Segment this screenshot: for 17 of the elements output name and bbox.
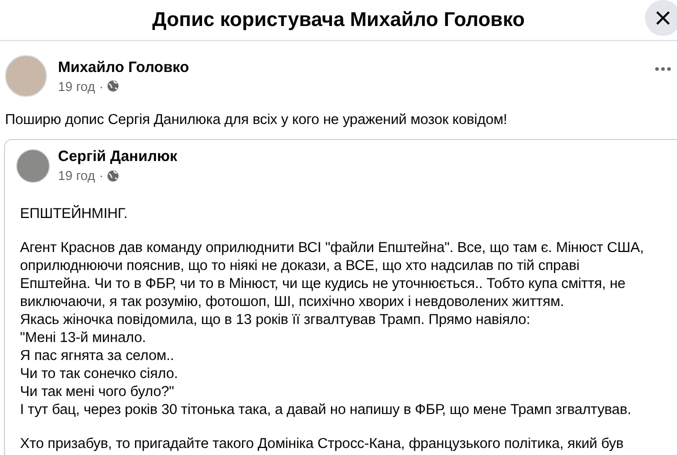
close-icon [655,10,671,26]
dialog-title: Допис користувача Михайло Головко [152,8,525,32]
author-name[interactable]: Михайло Головко [58,58,190,76]
post-time[interactable]: 19 год [58,168,96,183]
more-options-icon[interactable] [655,67,671,71]
post-paragraph: ЕПШТЕЙНМІНГ. [20,205,128,223]
post-paragraph: Агент Краснов дав команду оприлюднити ВСІ "файли Епштейна". Все, що там є. Мінюст США, оприлюднюючи пояснив, що то ніякі не докази, а ВСЕ, що хто надсилав по тій справі Епштейна. Чи то в ФБР, чи то в Мінюст, чи ще кудись не уточнюється.. Тобто купа сміття, не виключаючи, я так розумію, фотошоп, ШІ, психічно хворих і невдоволених життям. Якась жіночка повідомила, що в 13 років її згвалтував Трамп. Прямо навіяло: "Мені 13-й минало. Я пас ягнята за селом.. Чи то так сонечко сіяло. Чи так мені чого було?" І тут бац, через років 30 тітонька така, а давай но напишу в ФБР, що мене Трамп згвалтував. [20,239,645,419]
post-paragraph: Хто призабув, то пригадайте такого Домініка Стросс-Кана, французького політика, який був [20,435,625,453]
author-name[interactable]: Сергій Данилюк [58,148,178,165]
avatar[interactable] [16,148,50,182]
globe-icon [107,80,120,92]
close-button[interactable] [645,0,677,36]
globe-icon [107,170,120,182]
separator: · [99,168,104,183]
separator: · [99,78,104,94]
post-time[interactable]: 19 год [58,78,96,94]
post-text: Поширю допис Сергія Данилюка для всіх у кого не уражений мозок ковідом! [5,111,508,129]
